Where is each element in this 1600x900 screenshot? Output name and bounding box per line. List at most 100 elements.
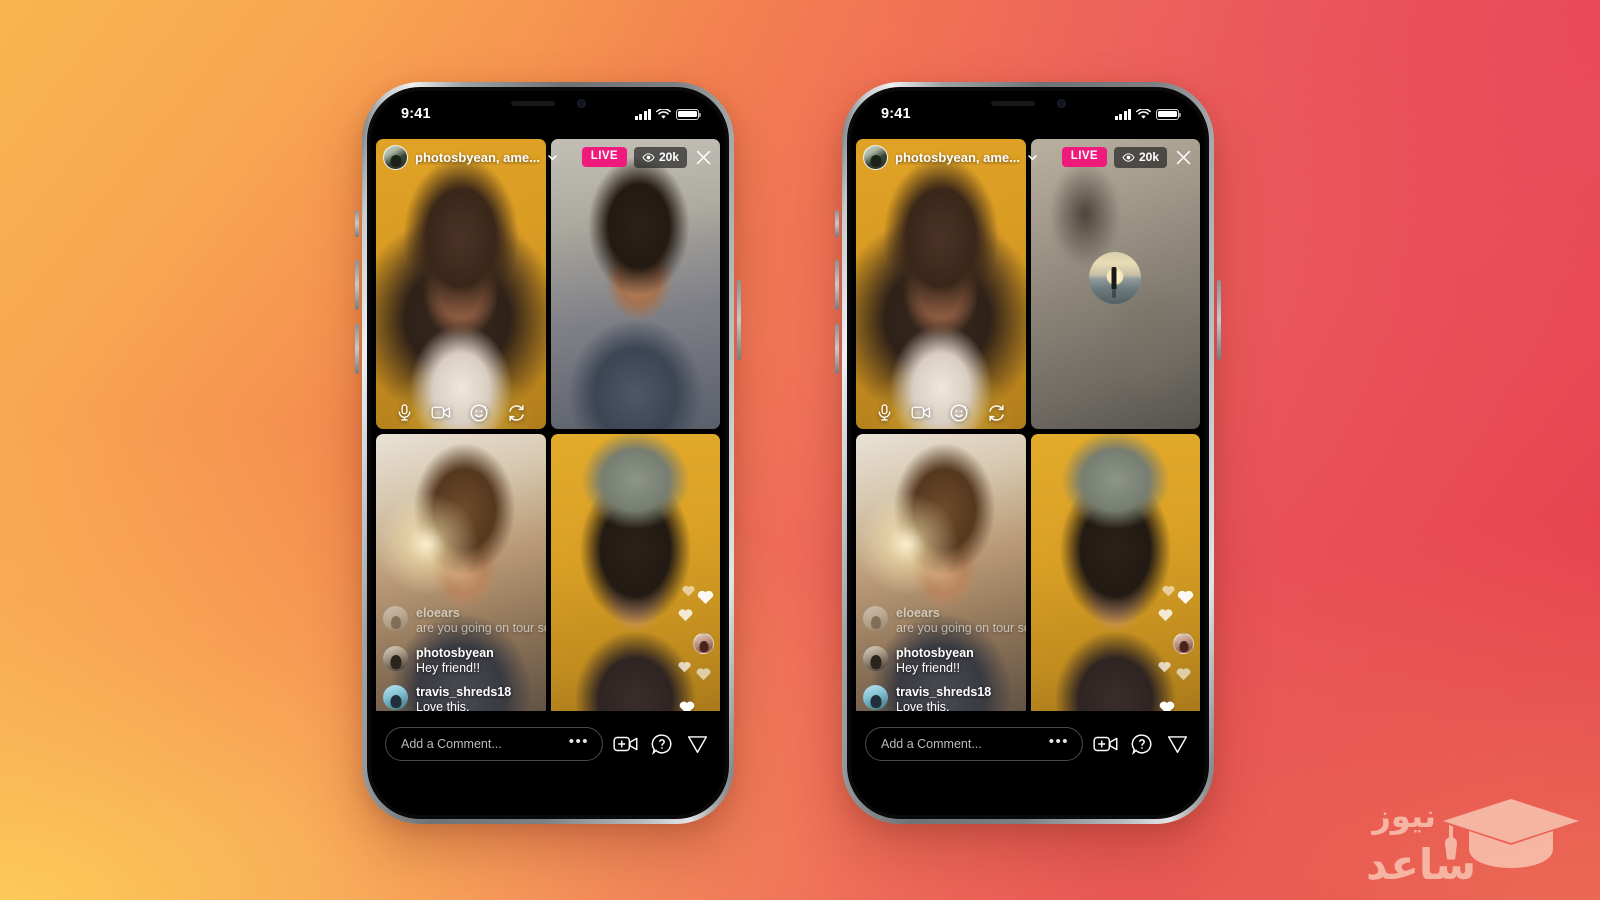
close-icon[interactable] [1174, 148, 1193, 167]
volume-down-button[interactable] [355, 324, 359, 374]
list-item: eloears are you going on tour soon? [863, 606, 1026, 637]
power-button[interactable] [1217, 280, 1221, 360]
tile-guest-2-video[interactable]: eloears are you going on tour soon? phot… [376, 433, 546, 723]
heart-icon [1162, 585, 1175, 597]
more-dots-icon[interactable]: ••• [569, 734, 589, 749]
tile-host-video[interactable] [856, 139, 1026, 429]
share-send-icon[interactable] [1166, 733, 1189, 755]
video-camera-icon[interactable] [911, 403, 932, 422]
viewer-count: 20k [658, 150, 679, 164]
heart-icon [1177, 590, 1194, 604]
comment-username: travis_shreds18 [416, 685, 512, 700]
questions-icon[interactable] [651, 733, 673, 755]
power-button[interactable] [737, 280, 741, 360]
host-controls [376, 403, 546, 423]
volume-up-button[interactable] [355, 260, 359, 310]
tile-guest-1-video[interactable] [550, 139, 720, 429]
effects-smiley-icon[interactable] [949, 403, 969, 423]
front-camera-icon [576, 99, 586, 108]
live-comments-list: eloears are you going on tour soon? phot… [863, 606, 1026, 716]
avatar [1173, 633, 1194, 654]
heart-icon [678, 609, 693, 622]
microphone-icon[interactable] [875, 403, 894, 422]
avatar [863, 645, 888, 671]
eye-icon [642, 152, 655, 162]
tile-guest-3-video[interactable] [550, 433, 720, 723]
phone-bezel: 9:41 eloears are you going on tour s pho… [847, 87, 1209, 819]
live-bottom-bar: Add a Comment... ••• [851, 711, 1205, 815]
comment-username: travis_shreds18 [896, 685, 992, 700]
tile-guest-2-video[interactable]: eloears are you going on tour soon? phot… [856, 433, 1026, 723]
comment-text: Hey friend!! [896, 660, 960, 675]
comment-text: Hey friend!! [416, 660, 480, 675]
eye-icon [1122, 152, 1135, 162]
comment-input-placeholder: Add a Comment... [401, 737, 502, 751]
avatar [1089, 251, 1142, 304]
list-item: photosbyean Hey friend!! [383, 645, 539, 677]
avatar [383, 606, 408, 632]
effects-smiley-icon[interactable] [469, 403, 489, 423]
status-time: 9:41 [401, 106, 431, 122]
wifi-icon [1136, 108, 1151, 119]
live-comments-list: eloears are you going on tour soon? phot… [383, 606, 546, 716]
avatar [383, 685, 408, 711]
live-header-actions: LIVE 20k [581, 146, 720, 168]
comment-username: eloears [896, 606, 940, 621]
front-camera-icon [1056, 99, 1066, 108]
earpiece-speaker [990, 101, 1035, 106]
status-indicators [1114, 108, 1182, 120]
silhouette-reflection [1112, 282, 1117, 299]
viewer-count: 20k [1138, 150, 1159, 164]
comment-input[interactable]: Add a Comment... ••• [865, 727, 1083, 761]
comment-text: are you going on tour soon? [896, 621, 1026, 636]
list-item: eloears are you going on tour soon? [383, 606, 546, 637]
notch [472, 91, 624, 116]
watermark-line2: ساعد [1366, 840, 1476, 889]
watermark: نیوز ساعد [1366, 797, 1579, 889]
close-icon[interactable] [694, 148, 713, 167]
silence-switch[interactable] [835, 210, 839, 237]
cellular-bars-icon [634, 108, 651, 120]
volume-up-button[interactable] [835, 260, 839, 310]
heart-icon [1176, 668, 1191, 681]
cellular-bars-icon [1114, 108, 1131, 120]
comment-input-placeholder: Add a Comment... [881, 737, 982, 751]
viewer-count-pill[interactable]: 20k [633, 146, 687, 168]
viewer-count-pill[interactable]: 20k [1113, 146, 1167, 168]
add-video-guest-icon[interactable] [613, 734, 638, 754]
notch [952, 91, 1104, 116]
phone-bezel: 9:41 eloears are you going on tour s pho… [367, 87, 729, 819]
phone-right: 9:41 eloears are you going on tour s pho… [835, 82, 1221, 824]
live-header-actions: LIVE 20k [1061, 146, 1200, 168]
tile-guest-3-video[interactable] [1030, 433, 1200, 723]
heart-icon [697, 590, 714, 604]
tile-host-video[interactable] [376, 139, 546, 429]
watermark-line1: نیوز [1370, 797, 1436, 835]
flip-camera-icon[interactable] [506, 403, 527, 423]
silence-switch[interactable] [355, 210, 359, 237]
comment-input[interactable]: Add a Comment... ••• [385, 727, 603, 761]
more-dots-icon[interactable]: ••• [1049, 734, 1069, 749]
flip-camera-icon[interactable] [986, 403, 1007, 423]
video-camera-icon[interactable] [431, 403, 452, 422]
questions-icon[interactable] [1131, 733, 1153, 755]
host-controls [856, 403, 1026, 423]
comment-username: eloears [416, 606, 460, 621]
share-send-icon[interactable] [686, 733, 709, 755]
comment-username: photosbyean [416, 645, 494, 660]
comment-username: photosbyean [896, 645, 974, 660]
heart-icon [696, 668, 711, 681]
phone-right-screen: 9:41 eloears are you going on tour s pho… [851, 91, 1205, 815]
volume-down-button[interactable] [835, 324, 839, 374]
tile-guest-waiting[interactable] [1030, 139, 1200, 429]
live-bottom-bar: Add a Comment... ••• [371, 711, 725, 815]
graduation-cap-icon [1443, 799, 1579, 843]
add-video-guest-icon[interactable] [1093, 734, 1118, 754]
status-indicators [634, 108, 702, 120]
status-time: 9:41 [881, 106, 911, 122]
microphone-icon[interactable] [395, 403, 414, 422]
earpiece-speaker [510, 101, 555, 106]
avatar [863, 685, 888, 711]
floating-hearts [670, 579, 716, 719]
background-gradient [0, 0, 1600, 900]
